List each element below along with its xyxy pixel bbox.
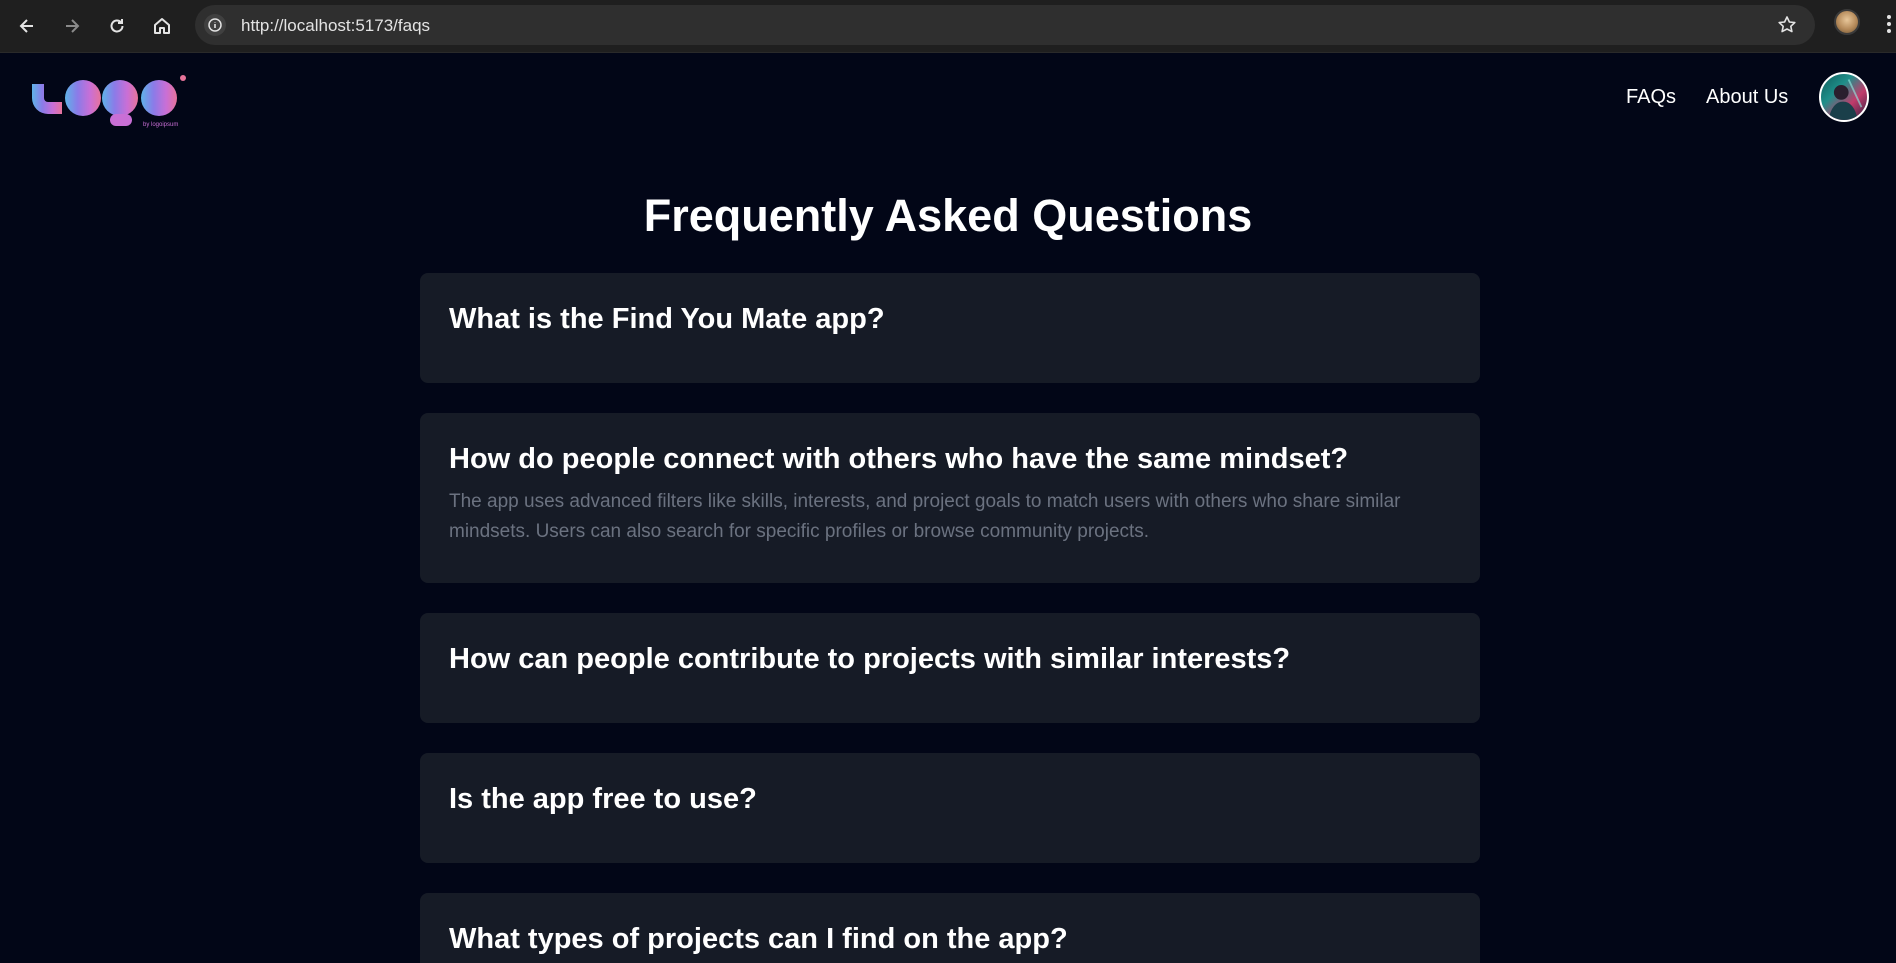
reload-icon[interactable] <box>101 10 133 42</box>
site-header: by logoipsum FAQs About Us <box>0 54 1896 144</box>
nav-link-faqs[interactable]: FAQs <box>1626 86 1676 109</box>
url-text[interactable]: http://localhost:5173/faqs <box>241 16 430 36</box>
faq-question[interactable]: How do people connect with others who ha… <box>449 441 1451 477</box>
faq-item-expanded[interactable]: How do people connect with others who ha… <box>420 413 1480 583</box>
logo[interactable]: by logoipsum <box>28 70 188 130</box>
faq-question[interactable]: What is the Find You Mate app? <box>449 301 1451 337</box>
page-title: Frequently Asked Questions <box>643 190 1253 241</box>
back-arrow-icon[interactable] <box>11 10 43 42</box>
faq-question[interactable]: How can people contribute to projects wi… <box>449 641 1451 677</box>
faq-item[interactable]: How can people contribute to projects wi… <box>420 613 1480 723</box>
address-bar[interactable]: http://localhost:5173/faqs <box>195 5 1815 45</box>
nav-link-about-us[interactable]: About Us <box>1706 86 1788 109</box>
bookmark-star-icon[interactable] <box>1777 15 1797 35</box>
faq-item[interactable]: What is the Find You Mate app? <box>420 273 1480 383</box>
avatar[interactable] <box>1819 72 1869 122</box>
faq-question[interactable]: What types of projects can I find on the… <box>449 921 1451 957</box>
home-icon[interactable] <box>146 10 178 42</box>
forward-arrow-icon[interactable] <box>56 10 88 42</box>
browser-toolbar: http://localhost:5173/faqs <box>0 0 1896 53</box>
faq-answer: The app uses advanced filters like skill… <box>449 491 1401 542</box>
faq-item[interactable]: Is the app free to use? <box>420 753 1480 863</box>
faq-item[interactable]: What types of projects can I find on the… <box>420 893 1480 963</box>
faq-question[interactable]: Is the app free to use? <box>449 781 1451 817</box>
browser-menu-icon[interactable] <box>1882 12 1896 36</box>
site-info-icon[interactable] <box>204 14 226 36</box>
browser-profile-icon[interactable] <box>1834 9 1860 35</box>
logo-subtext: by logoipsum <box>143 122 178 128</box>
